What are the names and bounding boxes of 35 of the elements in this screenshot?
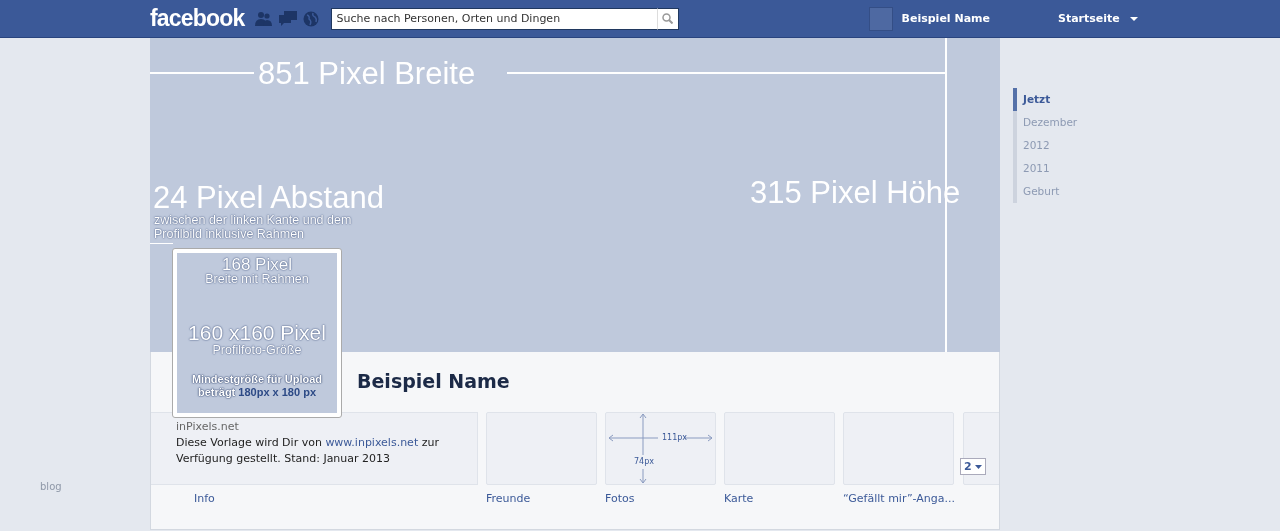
app-label[interactable]: Karte — [724, 492, 835, 505]
margin-guide-note: zwischen der linken Kante und dem Profilbild inklusive Rahmen — [154, 213, 353, 241]
frame-size-note: Breite mit Rahmen — [205, 273, 309, 286]
home-button[interactable]: Startseite — [1058, 12, 1138, 25]
search-field[interactable]: Suche nach Personen, Orten und Dingen — [330, 7, 657, 30]
height-label: 74px — [634, 458, 654, 466]
about-title: inPixels.net — [176, 419, 240, 435]
upload-size-note: Mindestgröße für Upload beträgt 180px x 180 px — [190, 373, 324, 399]
friends-icon[interactable] — [254, 10, 273, 27]
timeline-item[interactable]: Jetzt — [1013, 88, 1051, 111]
globe-icon[interactable] — [302, 10, 319, 27]
photo-size-label: 160 x160 Pixel — [188, 322, 326, 343]
frame-size-label: 168 Pixel — [222, 256, 292, 273]
caret-icon — [1129, 16, 1138, 21]
app-label[interactable]: Freunde — [486, 492, 597, 505]
width-label: 111px — [662, 434, 688, 442]
photo-size-note: Profilfoto-Größe — [212, 343, 302, 357]
messages-icon[interactable] — [278, 11, 297, 26]
margin-guide-label: 24 Pixel Abstand — [153, 182, 384, 213]
app-thumbnail[interactable]: 111px 74px — [605, 412, 716, 485]
about-text: Diese Vorlage wird Dir von www.inpixels.net zur Verfügung gestellt. Stand: Januar 2013 — [176, 435, 440, 467]
website-link[interactable]: www.inpixels.net — [325, 436, 419, 449]
apps-dropdown-menu[interactable]: 2 — [960, 458, 986, 475]
user-name[interactable]: Beispiel Name — [901, 12, 990, 25]
side-text: blog — [40, 481, 62, 492]
width-guide-label: 851 Pixel Breite — [258, 58, 476, 89]
info-tab[interactable]: Info — [194, 492, 478, 505]
logo[interactable]: facebook — [150, 5, 245, 32]
search-icon — [662, 13, 674, 24]
caret-icon — [974, 464, 982, 469]
avatar[interactable] — [868, 6, 893, 31]
app-label[interactable]: Fotos — [605, 492, 716, 505]
app-label[interactable]: “Gefällt mir”-Anga... — [843, 492, 956, 505]
profile-name: Beispiel Name — [357, 370, 510, 392]
search-button[interactable] — [656, 7, 679, 30]
